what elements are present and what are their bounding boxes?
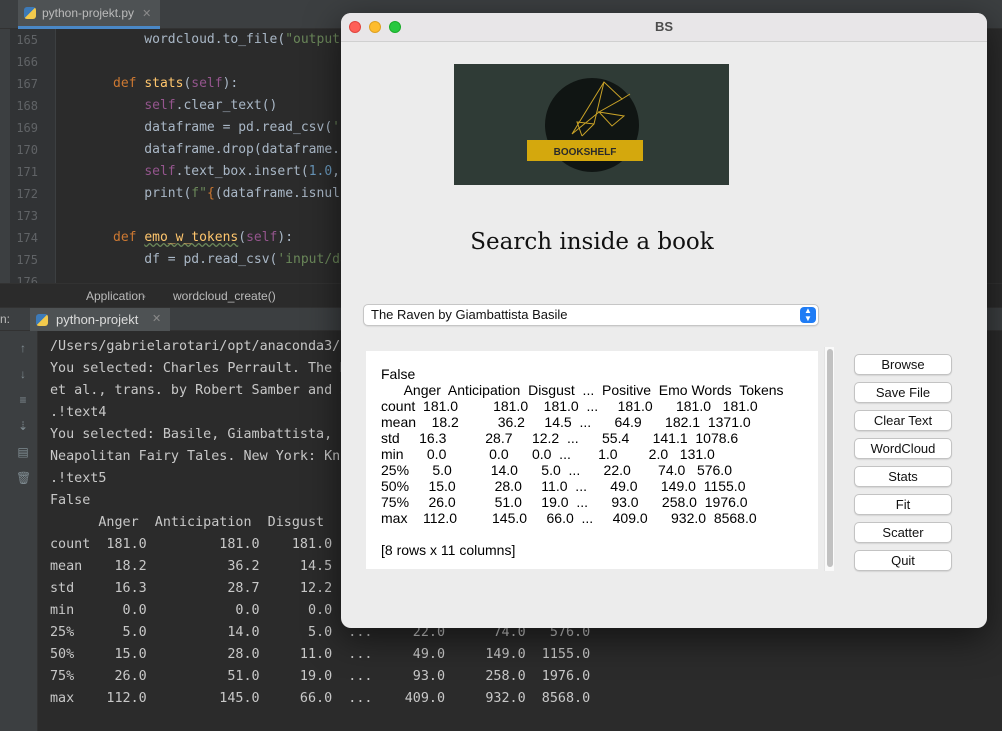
logo-text: BOOKSHELF <box>554 147 617 158</box>
code-text: wordcloud.to_file("output <box>113 32 340 47</box>
bookshelf-logo-graphic: BOOKSHELF <box>527 78 643 172</box>
soft-wrap-icon[interactable]: ≡ <box>16 393 30 407</box>
console-line: .!text4 <box>50 405 107 420</box>
line-number: 167 <box>16 77 38 91</box>
python-run-icon <box>36 313 48 326</box>
line-number: 176 <box>16 275 38 283</box>
console-line: count 181.0 181.0 181.0 <box>50 537 333 552</box>
text-box-line: Anger Anticipation Disgust ... Positive … <box>381 382 784 398</box>
minimize-window-icon[interactable] <box>369 21 381 33</box>
line-number: 169 <box>16 121 38 135</box>
run-tab-python-projekt[interactable]: python-projekt <box>30 308 170 331</box>
run-label: n: <box>0 312 11 326</box>
window-title-bar[interactable]: BS <box>341 13 987 42</box>
breadcrumb-class[interactable]: Application <box>86 284 145 308</box>
scrollbar-thumb[interactable] <box>827 349 833 567</box>
console-line: max 112.0 145.0 66.0 ... 409.0 932.0 856… <box>50 691 591 706</box>
zoom-window-icon[interactable] <box>389 21 401 33</box>
console-line: Neapolitan Fairy Tales. New York: Knop <box>50 449 357 464</box>
console-line: Anger Anticipation Disgust <box>50 515 325 530</box>
page-title: Search inside a book <box>470 229 714 255</box>
text-box-line: count 181.0 181.0 181.0 ... 181.0 181.0 … <box>381 398 758 414</box>
console-line: 75% 26.0 51.0 19.0 ... 93.0 258.0 1976.0 <box>50 669 591 684</box>
scatter-button[interactable]: Scatter <box>854 522 952 543</box>
save-file-button[interactable]: Save File <box>854 382 952 403</box>
fit-button[interactable]: Fit <box>854 494 952 515</box>
console-line: False <box>50 493 91 508</box>
trash-icon[interactable]: 🗑 <box>16 471 31 485</box>
text-box-line: 50% 15.0 28.0 11.0 ... 49.0 149.0 1155.0 <box>381 478 746 494</box>
scroll-down-icon[interactable]: ↓ <box>16 367 30 381</box>
console-line: mean 18.2 36.2 14.5 <box>50 559 333 574</box>
text-box-line: [8 rows x 11 columns] <box>381 542 516 558</box>
console-toolbar: ↑ ↓ ≡ ⇣ ▤ 🗑 <box>0 331 38 731</box>
close-window-icon[interactable] <box>349 21 361 33</box>
clear-text-button[interactable]: Clear Text <box>854 410 952 431</box>
console-line: std 16.3 28.7 12.2 <box>50 581 333 596</box>
select-chevron-icon: ▲ ▼ <box>800 307 816 323</box>
line-number: 168 <box>16 99 38 113</box>
code-text: df = pd.read_csv('input/da <box>113 252 348 267</box>
print-icon[interactable]: ▤ <box>16 445 30 459</box>
scroll-up-icon[interactable]: ↑ <box>16 341 30 355</box>
close-run-tab-icon[interactable]: ✕ <box>152 308 161 331</box>
code-text: self.clear_text() <box>144 98 278 113</box>
text-box-line: mean 18.2 36.2 14.5 ... 64.9 182.1 1371.… <box>381 414 751 430</box>
code-text: dataframe = pd.read_csv('i <box>113 120 348 135</box>
editor-tab-label: python-projekt.py <box>42 6 135 20</box>
code-text: self.text_box.insert(1.0, <box>144 164 340 179</box>
close-tab-icon[interactable]: ✕ <box>142 7 151 20</box>
window-title: BS <box>654 19 674 34</box>
text-box-line: min 0.0 0.0 0.0 ... 1.0 2.0 131.0 <box>381 446 715 462</box>
text-box-line: max 112.0 145.0 66.0 ... 409.0 932.0 856… <box>381 510 757 526</box>
text-box-line: False <box>381 366 416 382</box>
code-text: print(f"{(dataframe.isnull <box>113 186 348 201</box>
breadcrumb-separator-icon: › <box>142 289 146 303</box>
text-scrollbar[interactable] <box>824 347 834 571</box>
console-line: 50% 15.0 28.0 11.0 ... 49.0 149.0 1155.0 <box>50 647 591 662</box>
line-number: 165 <box>16 33 38 47</box>
browse-button[interactable]: Browse <box>854 354 952 375</box>
console-line: /Users/gabrielarotari/opt/anaconda3/bi <box>50 339 357 354</box>
code-text: def stats(self): <box>113 76 239 91</box>
quit-button[interactable]: Quit <box>854 550 952 571</box>
stats-button[interactable]: Stats <box>854 466 952 487</box>
text-box-line: std 16.3 28.7 12.2 ... 55.4 141.1 1078.6 <box>381 430 739 446</box>
wordcloud-button[interactable]: WordCloud <box>854 438 952 459</box>
code-text: dataframe.drop(dataframe.c <box>113 142 348 157</box>
output-text-box[interactable]: False Anger Anticipation Disgust ... Pos… <box>366 351 818 569</box>
line-number: 175 <box>16 253 38 267</box>
breadcrumb-method[interactable]: wordcloud_create() <box>173 284 276 308</box>
console-line: min 0.0 0.0 0.0 <box>50 603 333 618</box>
line-number: 172 <box>16 187 38 201</box>
line-number: 171 <box>16 165 38 179</box>
line-number: 170 <box>16 143 38 157</box>
console-line: You selected: Charles Perrault. The Ma <box>50 361 357 376</box>
scroll-to-end-icon[interactable]: ⇣ <box>16 419 30 433</box>
book-select-value: The Raven by Giambattista Basile <box>371 307 568 322</box>
console-line: You selected: Basile, Giambattista, La <box>50 427 357 442</box>
bookshelf-logo: BOOKSHELF <box>454 64 729 185</box>
editor-tab-python-projekt[interactable]: python-projekt.py ✕ <box>18 0 160 29</box>
text-box-line: 25% 5.0 14.0 5.0 ... 22.0 74.0 576.0 <box>381 462 732 478</box>
book-select[interactable]: The Raven by Giambattista Basile ▲ ▼ <box>363 304 819 326</box>
python-file-icon <box>24 7 36 19</box>
code-text: def emo_w_tokens(self): <box>113 230 294 245</box>
text-box-line: 75% 26.0 51.0 19.0 ... 93.0 258.0 1976.0 <box>381 494 748 510</box>
line-number: 174 <box>16 231 38 245</box>
line-number: 173 <box>16 209 38 223</box>
line-number: 166 <box>16 55 38 69</box>
run-tab-label: python-projekt <box>56 312 139 327</box>
bookshelf-window: BS BOOKSHELF Search inside a book The Ra… <box>341 13 987 628</box>
console-line: .!text5 <box>50 471 107 486</box>
console-line: et al., trans. by Robert Samber and J <box>50 383 349 398</box>
